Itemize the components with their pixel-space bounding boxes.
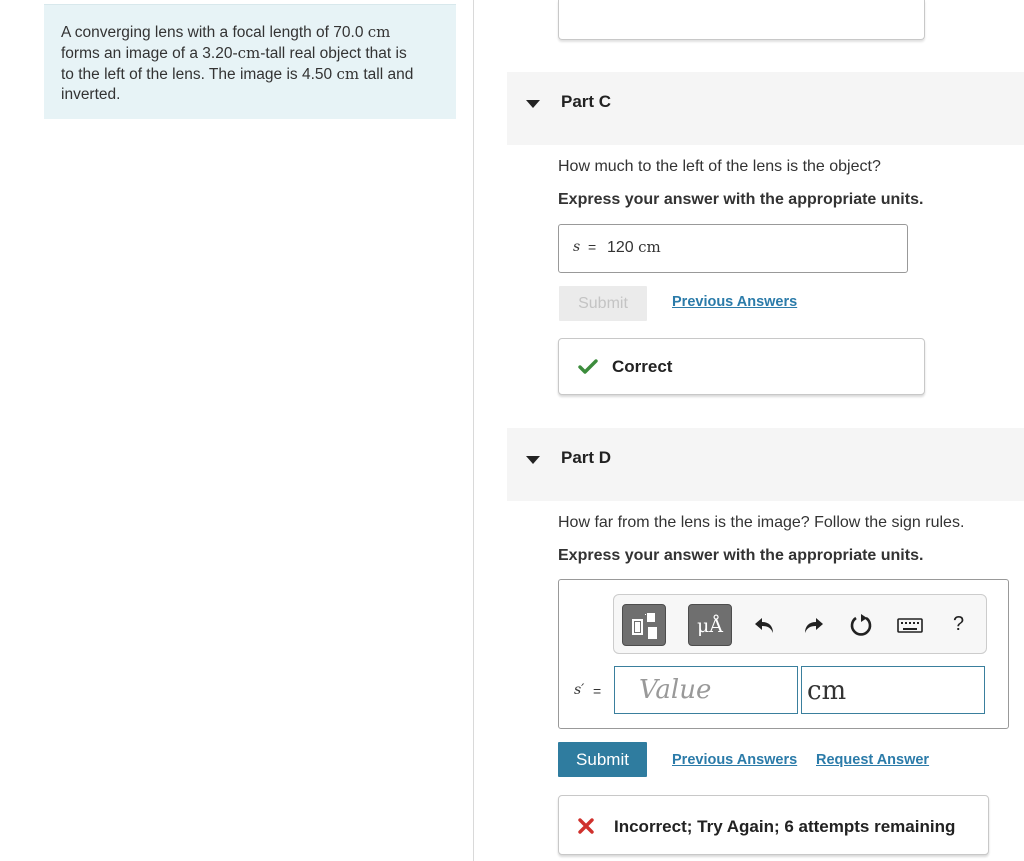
part-c-feedback: Correct [558,338,925,395]
feedback-text: Incorrect; Try Again; 6 attempts remaini… [614,817,956,836]
problem-statement: A converging lens with a focal length of… [44,4,456,119]
unit-text: cm [336,65,360,83]
equals-sign: = [593,683,602,699]
reset-icon[interactable] [848,612,874,638]
x-mark-icon [578,818,594,834]
part-c-instruction: Express your answer with the appropriate… [558,191,924,208]
part-c-question: How much to the left of the lens is the … [558,158,881,175]
part-c-submit-button[interactable]: Submit [559,286,647,321]
part-d-feedback: Incorrect; Try Again; 6 attempts remaini… [558,795,989,855]
part-d-instruction: Express your answer with the appropriate… [558,547,924,564]
left-pane: A converging lens with a focal length of… [0,0,474,861]
math-toolbar: μÅ ? [613,594,987,654]
value-input[interactable]: Value [614,666,798,714]
part-c-header[interactable]: Part C [507,72,1024,145]
templates-icon [632,613,657,639]
units-button[interactable]: μÅ [688,604,732,646]
templates-button[interactable] [622,604,666,646]
caret-down-icon [526,456,540,464]
pane-divider [473,0,474,861]
unit-text: cm [367,23,391,41]
answer-value: 120 cm [607,238,661,257]
checkmark-icon [578,359,598,374]
unit-text: cm [237,44,261,62]
part-d-header[interactable]: Part D [507,428,1024,501]
keyboard-icon[interactable] [896,612,924,638]
redo-icon[interactable] [800,612,826,638]
problem-text: A converging lens with a focal length of… [61,24,368,41]
undo-icon[interactable] [752,612,778,638]
part-c-answer-box: s = 120 cm [558,224,908,273]
part-c-previous-answers-link[interactable]: Previous Answers [672,294,797,310]
unit-input[interactable]: cm [801,666,985,714]
part-d-submit-button[interactable]: Submit [558,742,647,777]
part-d-question: How far from the lens is the image? Foll… [558,514,965,531]
part-d-title: Part D [561,448,612,467]
part-c-title: Part C [561,92,612,111]
units-label: μÅ [696,615,724,637]
previous-feedback-box [558,0,925,40]
request-answer-link[interactable]: Request Answer [816,752,929,768]
answer-unit: cm [638,238,661,256]
help-icon[interactable]: ? [953,613,964,636]
caret-down-icon [526,100,540,108]
equals-sign: = [588,239,597,255]
answer-variable: s [573,239,581,255]
answer-variable: s′ [574,682,585,698]
part-d-previous-answers-link[interactable]: Previous Answers [672,752,797,768]
feedback-text: Correct [612,357,673,376]
problem-text: forms an image of a 3.20- [61,45,238,62]
answer-number: 120 [607,239,634,256]
